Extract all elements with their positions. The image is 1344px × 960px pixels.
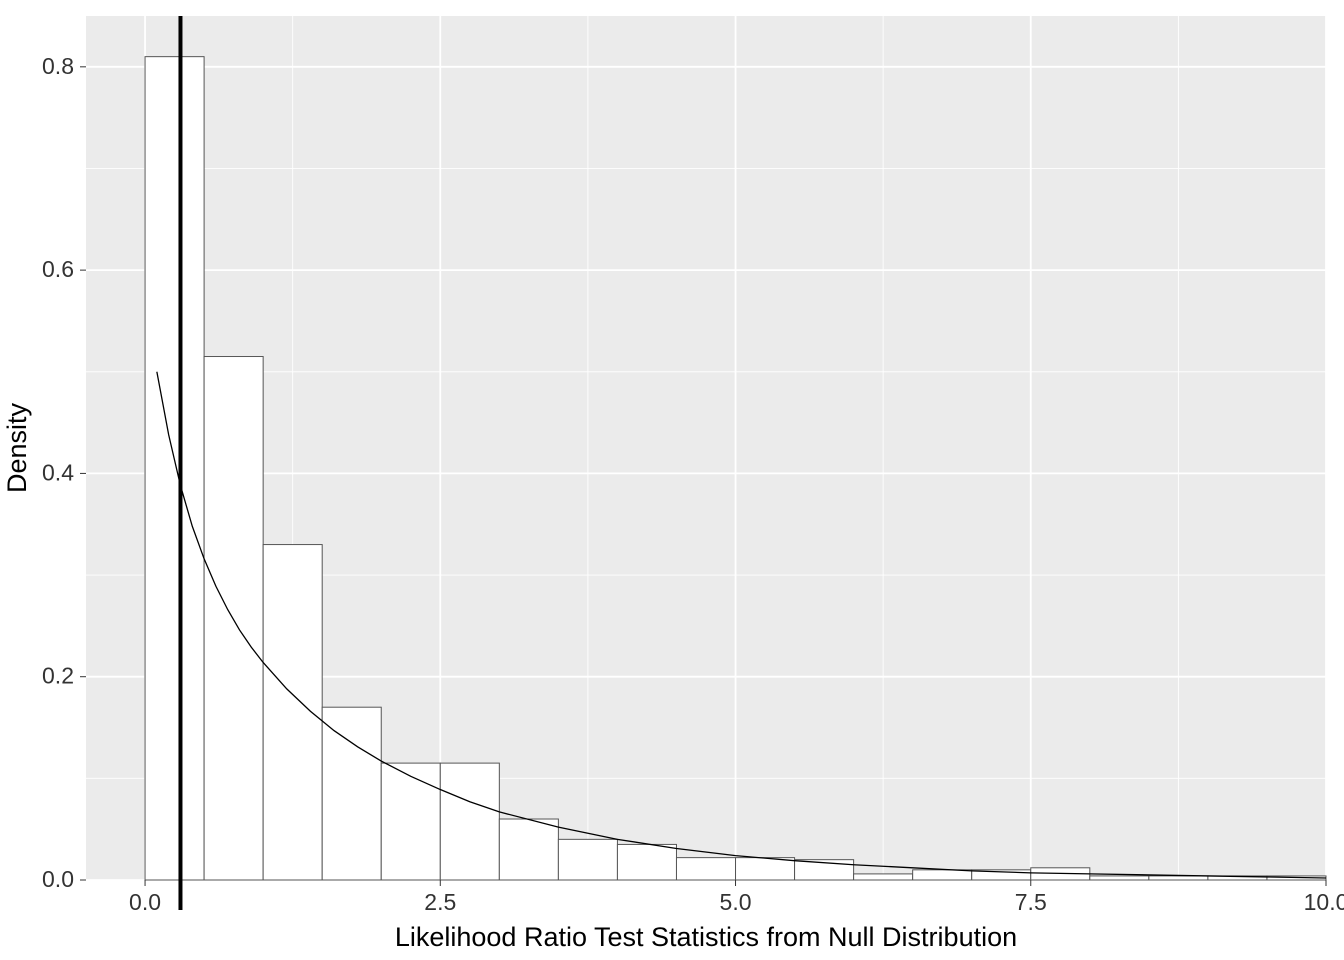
histogram-bar: [913, 870, 972, 880]
x-tick-label: 10.0: [1304, 889, 1344, 915]
x-tick-label: 7.5: [1015, 889, 1047, 915]
y-tick-label: 0.0: [42, 866, 74, 892]
histogram-bar: [1090, 876, 1149, 880]
histogram-bar: [440, 763, 499, 880]
histogram-bar: [204, 357, 263, 880]
histogram-bar: [145, 57, 204, 880]
histogram-bar: [558, 839, 617, 880]
y-axis-label: Density: [2, 402, 32, 493]
y-tick-label: 0.4: [42, 459, 74, 485]
y-tick-label: 0.2: [42, 663, 74, 689]
histogram-bar: [854, 874, 913, 880]
histogram-bar: [617, 844, 676, 880]
histogram-bar: [263, 545, 322, 880]
x-tick-label: 0.0: [129, 889, 161, 915]
x-tick-label: 5.0: [720, 889, 752, 915]
x-axis-label: Likelihood Ratio Test Statistics from Nu…: [395, 922, 1017, 952]
histogram-bar: [322, 707, 381, 880]
density-histogram-chart: 0.0 2.5 5.0 7.5 10.0 0.0 0.2 0.4 0.6 0.8 Likeliho…: [0, 0, 1344, 960]
y-tick-label: 0.6: [42, 256, 74, 282]
x-tick-label: 2.5: [424, 889, 456, 915]
histogram-bar: [676, 858, 735, 880]
y-tick-label: 0.8: [42, 53, 74, 79]
histogram-bar: [1149, 876, 1208, 880]
histogram-bar: [736, 858, 795, 880]
histogram-bar: [499, 819, 558, 880]
histogram-bar: [381, 763, 440, 880]
